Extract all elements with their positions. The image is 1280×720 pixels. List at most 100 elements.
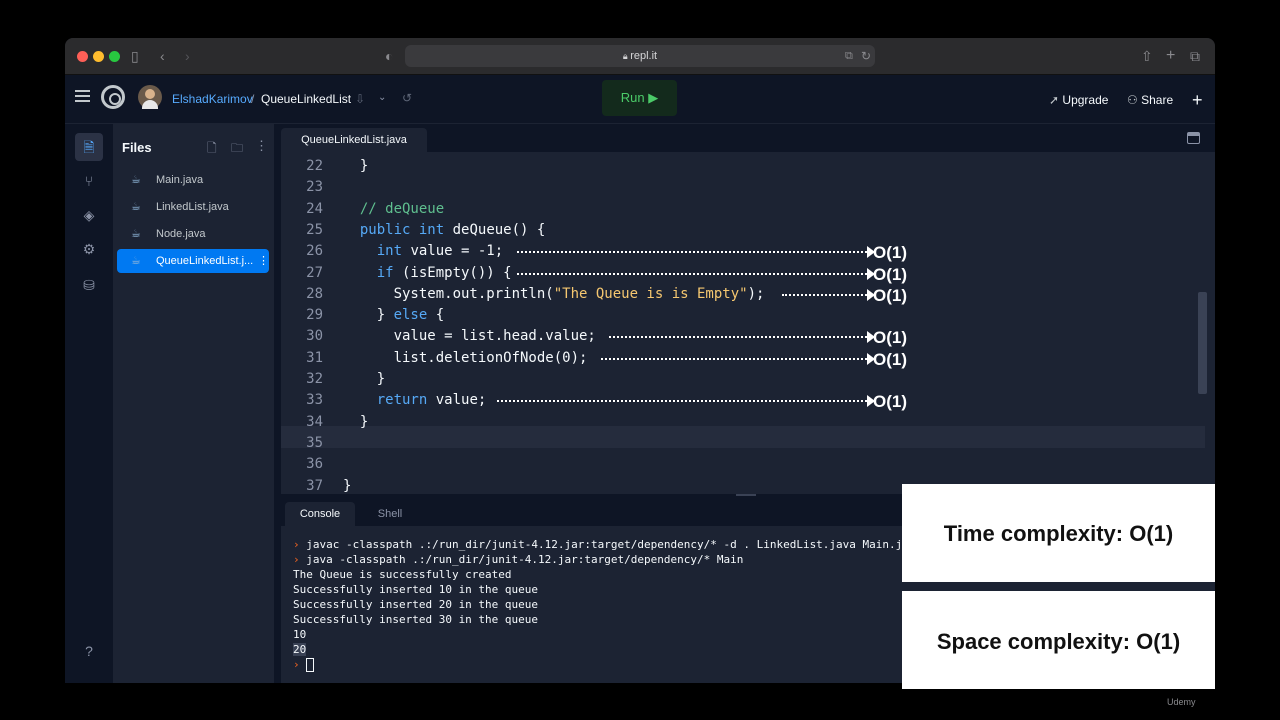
prompt-icon: › <box>293 658 307 671</box>
menu-icon[interactable] <box>75 90 90 102</box>
console-line: Successfully inserted 20 in the queue <box>293 597 538 612</box>
complexity-annotation: O(1) <box>873 328 907 348</box>
current-line-highlight <box>281 426 1205 448</box>
share-browser-icon[interactable]: ⇧ <box>1141 47 1153 65</box>
add-icon[interactable]: + <box>1192 89 1203 111</box>
java-file-icon: ☕︎ <box>131 174 141 186</box>
tab-shell[interactable]: Shell <box>359 502 421 526</box>
zoom-window-button[interactable] <box>109 51 120 62</box>
file-item[interactable]: ☕︎ QueueLinkedList.j... ⋮ <box>117 249 269 273</box>
console-line: Successfully inserted 10 in the queue <box>293 582 538 597</box>
prompt-icon: › <box>293 538 307 551</box>
version-control-icon[interactable]: ⑂ <box>75 167 103 195</box>
panel-resize-handle[interactable] <box>736 494 756 496</box>
avatar[interactable] <box>138 85 162 109</box>
editor-scrollbar[interactable] <box>1198 292 1207 394</box>
console-text: javac -classpath .:/run_dir/junit-4.12.j… <box>306 538 936 551</box>
complexity-leader-line <box>517 251 867 255</box>
code-line: } <box>343 158 369 174</box>
chevron-down-icon[interactable]: ⌄ <box>378 90 386 106</box>
packages-icon[interactable]: ◈ <box>75 201 103 229</box>
reload-icon[interactable]: ↻ <box>861 47 871 65</box>
console-text: Successfully inserted 20 in the queue <box>293 598 539 611</box>
database-icon[interactable]: ⛁ <box>75 271 103 299</box>
console-input-line[interactable]: › <box>293 657 315 672</box>
code-line: // deQueue <box>343 200 445 217</box>
history-icon[interactable]: ↺ <box>402 90 412 106</box>
code-line: value = list.head.value; <box>343 328 596 345</box>
console-text: Successfully inserted 30 in the queue <box>293 613 539 626</box>
address-bar[interactable]: 🔒︎ repl.it <box>405 45 875 67</box>
line-number: 29 <box>306 307 323 324</box>
translate-icon[interactable]: ⧉ <box>845 47 853 65</box>
complexity-annotation: O(1) <box>873 392 907 412</box>
username-link[interactable]: ElshadKarimov <box>172 91 253 107</box>
file-item[interactable]: ☕︎ LinkedList.java <box>117 195 269 219</box>
add-file-icon[interactable]: 🗋︎ <box>207 139 217 160</box>
line-number: 32 <box>306 371 323 387</box>
minimize-window-button[interactable] <box>93 51 104 62</box>
repl-name[interactable]: QueueLinkedList <box>261 91 351 107</box>
tab-overview-icon[interactable]: ⧉ <box>1190 47 1200 65</box>
code-line: if (isEmpty()) { <box>376 264 512 281</box>
more-options-icon[interactable]: ⋮ <box>255 138 268 154</box>
code-line: int value = -1; <box>376 243 504 260</box>
tab-console[interactable]: Console <box>285 502 355 526</box>
app-header: ElshadKarimov / QueueLinkedList ⇩ ⌄ ↺ Ru… <box>65 75 1215 124</box>
settings-gear-icon[interactable]: ⚙ <box>75 235 103 263</box>
line-number: 34 <box>306 413 323 430</box>
complexity-leader-line <box>782 293 867 298</box>
space-complexity-card: Space complexity: O(1) <box>902 591 1215 689</box>
editor-tab-bar: QueueLinkedList.java <box>281 124 1215 152</box>
replit-logo-icon[interactable] <box>101 85 125 109</box>
share-button[interactable]: ⚇ Share <box>1127 89 1173 111</box>
console-text: 20 <box>293 643 307 656</box>
line-number: 30 <box>306 328 323 345</box>
line-number: 25 <box>306 221 323 238</box>
code-line: } <box>343 371 386 387</box>
file-options-icon[interactable]: ⋮ <box>258 249 269 273</box>
line-number: 22 <box>306 158 323 174</box>
line-number: 26 <box>306 243 323 260</box>
prompt-icon: › <box>293 553 307 566</box>
new-tab-icon[interactable]: + <box>1166 47 1175 65</box>
back-icon[interactable]: ‹ <box>160 47 165 65</box>
console-text: java -classpath .:/run_dir/junit-4.12.ja… <box>306 553 744 566</box>
close-window-button[interactable] <box>77 51 88 62</box>
file-name: Node.java <box>156 228 206 240</box>
upgrade-button[interactable]: ➚ Upgrade <box>1049 89 1108 111</box>
file-name: LinkedList.java <box>156 201 229 213</box>
line-number: 36 <box>306 456 323 473</box>
sidebar-toggle-icon[interactable]: ▯ <box>131 47 139 65</box>
time-complexity-card: Time complexity: O(1) <box>902 484 1215 582</box>
files-icon[interactable]: 🗎︎ <box>75 133 103 161</box>
line-number: 23 <box>306 179 323 196</box>
forward-icon[interactable]: › <box>185 47 190 65</box>
complexity-annotation: O(1) <box>873 349 907 369</box>
console-line: 10 <box>293 627 306 642</box>
console-line: › java -classpath .:/run_dir/junit-4.12.… <box>293 552 743 567</box>
complexity-leader-line <box>609 336 867 340</box>
file-item[interactable]: ☕︎ Main.java <box>117 168 269 192</box>
language-icon[interactable]: ⇩ <box>355 91 365 107</box>
code-editor[interactable]: QueueLinkedList.java 22 } 23 24 // deQueue… <box>281 124 1215 494</box>
files-panel: Files 🗋︎ 🗀︎ ⋮ ☕︎ Main.java ☕︎ LinkedList.ja… <box>113 124 274 683</box>
tab-queuelinkedlist-java[interactable]: QueueLinkedList.java <box>281 128 427 152</box>
file-item[interactable]: ☕︎ Node.java <box>117 222 269 246</box>
time-complexity-text: Time complexity: O(1) <box>943 521 1174 546</box>
complexity-annotation: O(1) <box>873 243 907 263</box>
java-file-icon: ☕︎ <box>131 201 141 213</box>
add-folder-icon[interactable]: 🗀︎ <box>231 139 243 160</box>
console-text: The Queue is successfully created <box>293 568 512 581</box>
privacy-shield-icon[interactable]: ◐ <box>385 47 393 65</box>
run-button[interactable]: Run ▶ <box>602 80 677 116</box>
url-text: repl.it <box>630 50 658 62</box>
layout-icon[interactable] <box>1187 132 1200 144</box>
breadcrumb-separator: / <box>251 92 255 106</box>
help-icon[interactable]: ? <box>75 637 103 665</box>
browser-window: ▯ ‹ › ◐ 🔒︎ repl.it ⧉ ↻ ⇧ + ⧉ ElshadKarim… <box>65 38 1215 683</box>
code-line: } <box>343 477 352 494</box>
line-number: 28 <box>306 285 323 302</box>
activity-rail: 🗎︎ ⑂ ◈ ⚙ ⛁ ? <box>65 124 113 683</box>
complexity-annotation: O(1) <box>873 285 907 305</box>
